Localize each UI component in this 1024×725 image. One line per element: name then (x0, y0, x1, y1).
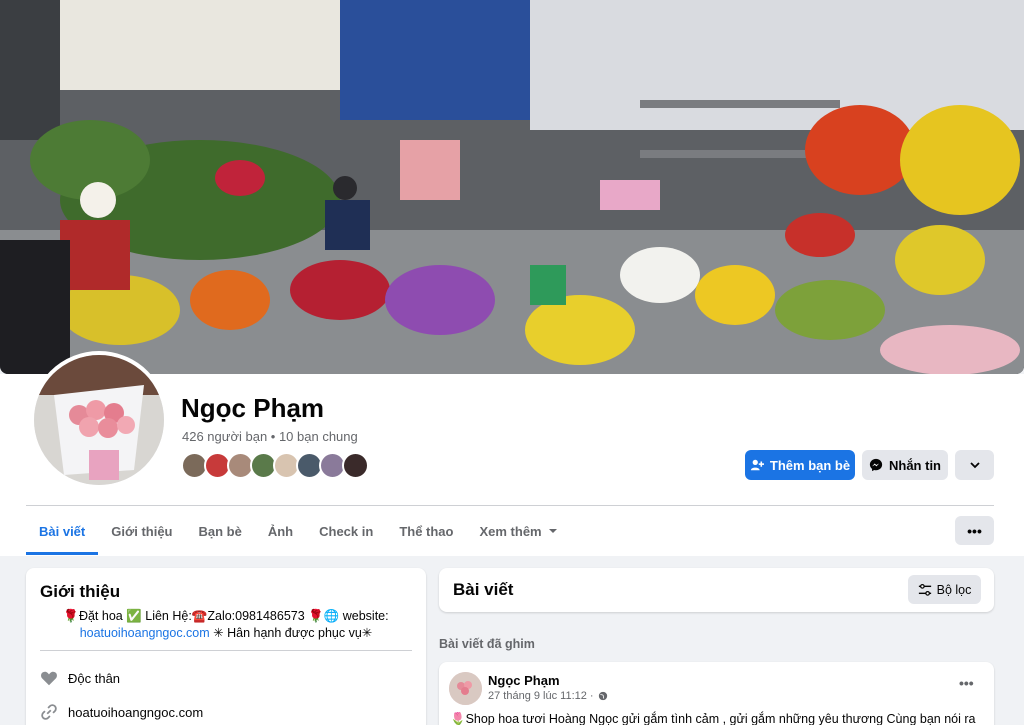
relationship-status: Độc thân (68, 670, 121, 686)
globe-icon (598, 691, 607, 701)
chevron-down-icon (969, 462, 980, 469)
bio-line: 🌹Đặt hoa ✅ Liên Hệ:☎️Zalo:0981486573 🌹🌐 … (63, 609, 389, 623)
post-timestamp[interactable]: 27 tháng 9 lúc 11:12 · (488, 690, 608, 702)
profile-avatar[interactable] (30, 351, 168, 489)
tab-about[interactable]: Giới thiệu (98, 507, 185, 555)
tabs-more-button[interactable]: ••• (955, 516, 994, 545)
post-options-button[interactable]: ••• (959, 675, 974, 691)
add-friend-icon (750, 459, 764, 471)
message-label: Nhắn tin (889, 457, 941, 473)
link-icon (41, 704, 57, 720)
tab-photos[interactable]: Ảnh (255, 507, 306, 555)
relationship-row: Độc thân (40, 669, 120, 687)
more-dots-icon: ••• (967, 522, 982, 539)
more-options-button[interactable] (955, 450, 994, 480)
posts-header-card: Bài viết Bộ lọc (439, 568, 994, 612)
website-row: hoatuoihoangngoc.com (40, 703, 203, 721)
add-friend-button[interactable]: Thêm bạn bè (745, 450, 855, 480)
post-author-name[interactable]: Ngọc Phạm (488, 673, 560, 688)
tab-check-in[interactable]: Check in (306, 507, 386, 555)
filter-label: Bộ lọc (936, 582, 972, 597)
post-author-avatar[interactable] (449, 672, 482, 705)
tab-see-more[interactable]: Xem thêm (466, 507, 570, 555)
profile-tabs: Bài viết Giới thiệu Bạn bè Ảnh Check in … (26, 507, 571, 555)
pinned-post: Ngọc Phạm 27 tháng 9 lúc 11:12 · ••• 🌷Sh… (439, 662, 994, 725)
profile-name: Ngọc Phạm (181, 393, 325, 423)
intro-bio: 🌹Đặt hoa ✅ Liên Hệ:☎️Zalo:0981486573 🌹🌐 … (40, 608, 412, 642)
intro-divider (40, 650, 412, 651)
tab-sports[interactable]: Thể thao (386, 507, 466, 555)
intro-title: Giới thiệu (40, 582, 121, 601)
post-text: 🌷Shop hoa tươi Hoàng Ngọc gửi gắm tình c… (450, 712, 976, 725)
header-divider (26, 505, 994, 506)
filter-button[interactable]: Bộ lọc (908, 575, 981, 604)
add-friend-label: Thêm bạn bè (769, 457, 851, 473)
messenger-icon (869, 458, 883, 472)
website-link[interactable]: hoatuoihoangngoc.com (68, 705, 203, 720)
post-time-text: 27 tháng 9 lúc 11:12 · (488, 690, 594, 702)
heart-icon (41, 671, 57, 686)
cover-photo[interactable] (0, 0, 1024, 374)
tab-friends[interactable]: Bạn bè (186, 507, 255, 555)
bio-line: ✳ Hân hạnh được phục vụ✳ (209, 626, 373, 640)
friends-count[interactable]: 426 người bạn • 10 bạn chung (182, 429, 358, 444)
posts-title: Bài viết (453, 580, 514, 599)
mutual-friend-avatar[interactable] (342, 452, 369, 479)
more-dots-icon: ••• (959, 675, 974, 691)
message-button[interactable]: Nhắn tin (862, 450, 948, 480)
tab-see-more-label: Xem thêm (479, 523, 542, 539)
caret-down-icon (548, 529, 557, 533)
pinned-posts-label: Bài viết đã ghim (439, 637, 535, 651)
mutual-friends-avatars[interactable] (181, 452, 369, 479)
intro-card: Giới thiệu 🌹Đặt hoa ✅ Liên Hệ:☎️Zalo:098… (26, 568, 426, 725)
bio-website-link[interactable]: hoatuoihoangngoc.com (80, 626, 210, 640)
filter-icon (918, 583, 931, 596)
tab-posts[interactable]: Bài viết (26, 507, 99, 555)
